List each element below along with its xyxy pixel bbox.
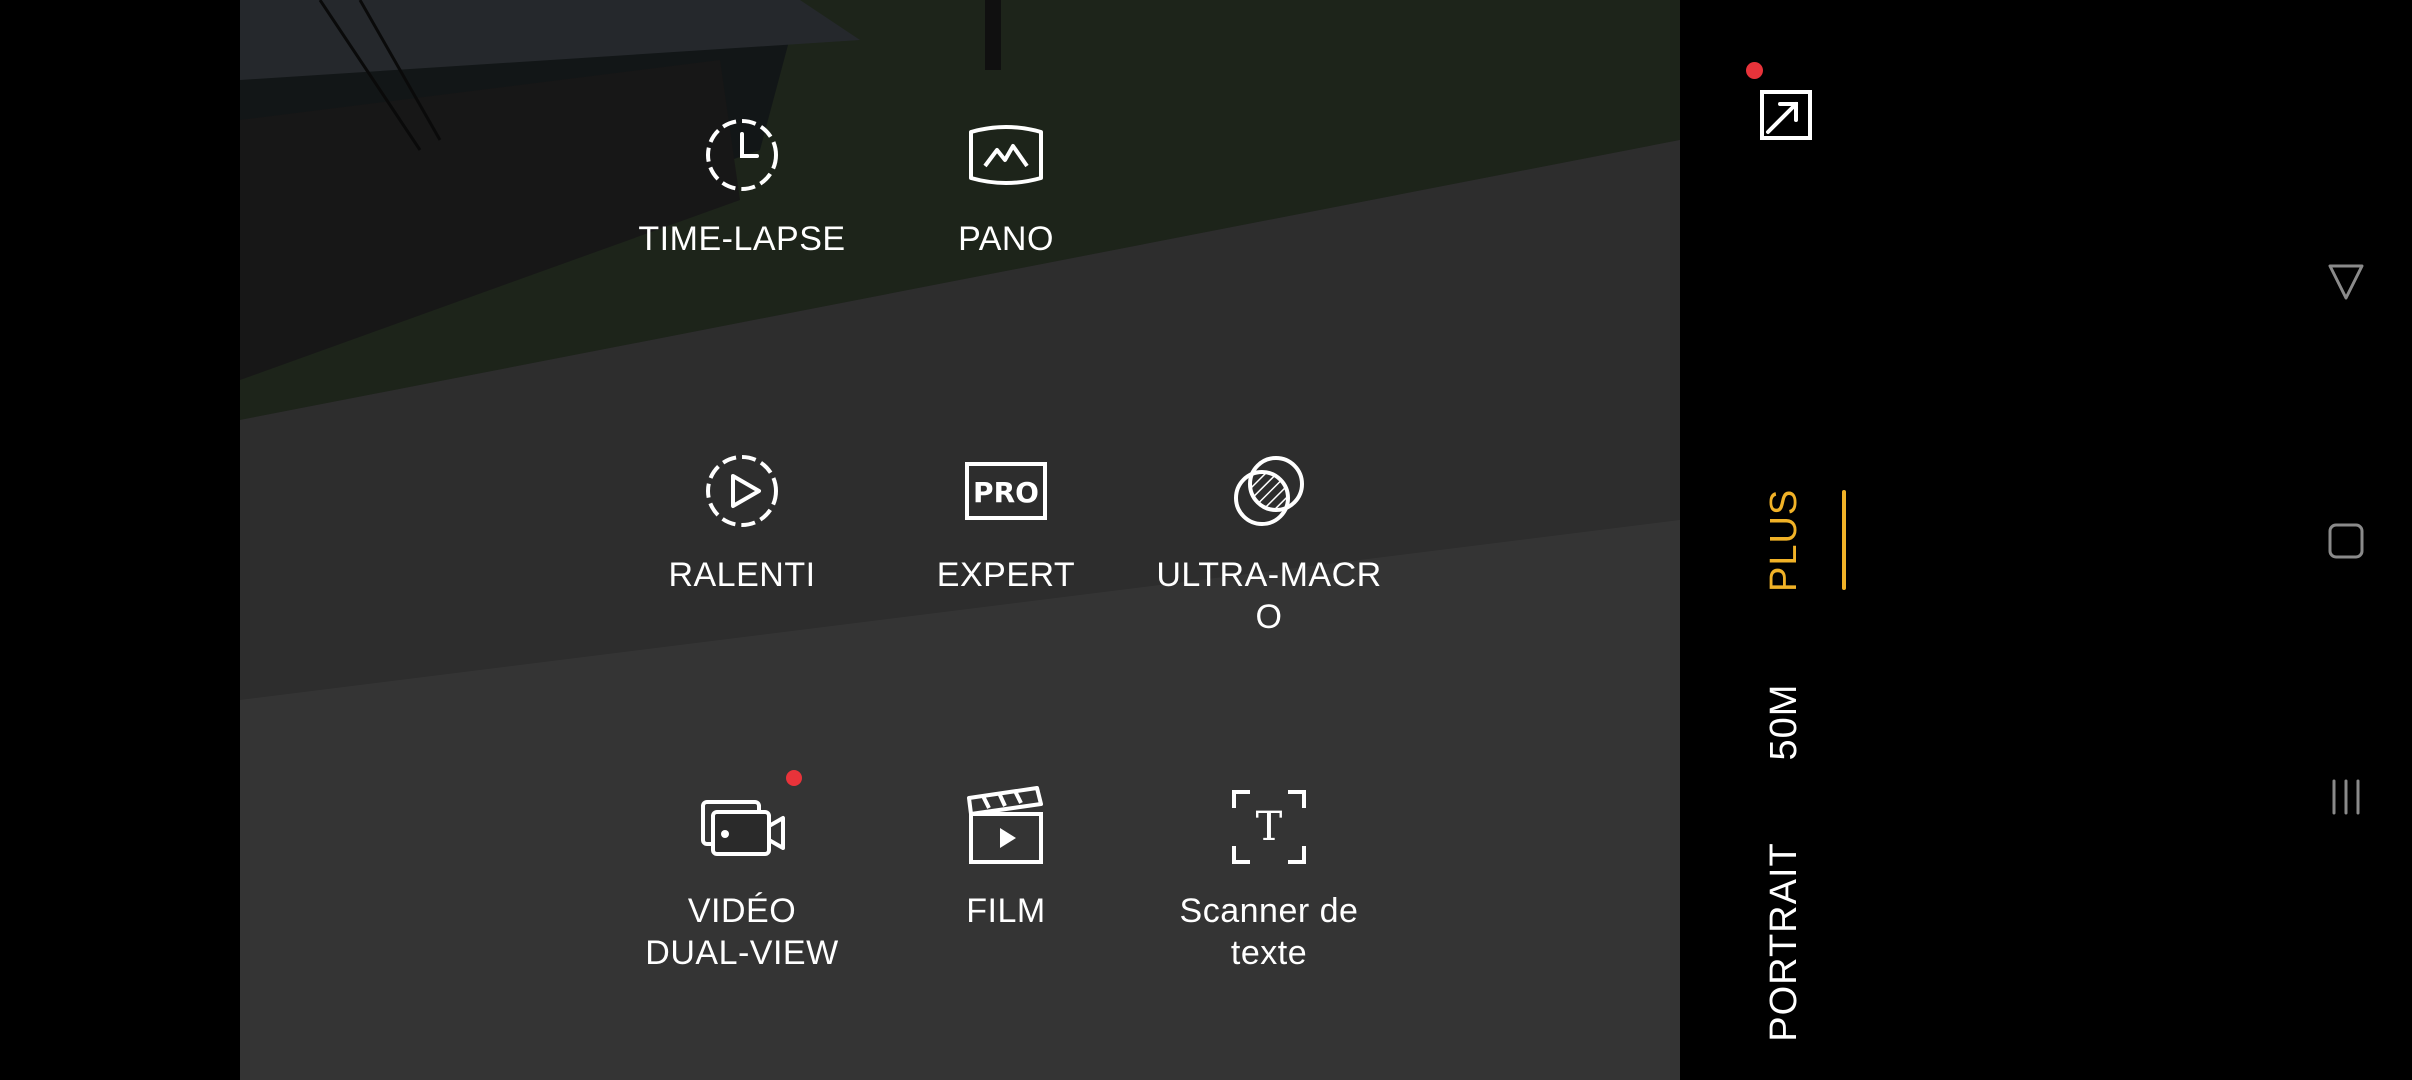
mode-dual-view-video[interactable]: VIDÉO DUAL-VIEW [622, 770, 862, 974]
mode-label: RALENTI [668, 556, 816, 594]
mode-expert[interactable]: PRO EXPERT [886, 446, 1126, 596]
mode-label: FILM [966, 892, 1046, 930]
clapperboard-icon [961, 782, 1051, 872]
dual-view-video-icon [697, 782, 787, 872]
camera-mode-panel [1680, 0, 2100, 1080]
home-button[interactable] [2316, 511, 2376, 571]
mode-label: PANO [958, 220, 1054, 258]
text-scanner-icon: T [1224, 782, 1314, 872]
mode-label: EXPERT [936, 556, 1076, 594]
text-scanner-icon-text: T [1256, 804, 1283, 850]
mode-timelapse[interactable]: TIME-LAPSE [622, 110, 862, 260]
panorama-icon [961, 110, 1051, 200]
back-icon [2328, 264, 2364, 300]
pro-icon-text: PRO [973, 476, 1039, 509]
home-icon [2328, 523, 2364, 559]
slow-motion-icon [697, 446, 787, 536]
mode-ultra-macro[interactable]: ULTRA-MACR O [1149, 446, 1389, 638]
mode-tab-plus[interactable]: PLUS [1762, 489, 1806, 592]
mode-tab-50m[interactable]: 50M [1762, 672, 1806, 772]
ultra-macro-icon [1224, 446, 1314, 536]
recents-button[interactable] [2316, 767, 2376, 827]
mode-label: VIDÉO DUAL-VIEW [645, 892, 839, 972]
mode-label: ULTRA-MACR O [1156, 556, 1382, 636]
active-mode-indicator [1842, 490, 1846, 590]
back-button[interactable] [2316, 252, 2376, 312]
timelapse-icon [697, 110, 787, 200]
pro-icon: PRO [961, 446, 1051, 536]
mode-label: TIME-LAPSE [638, 220, 846, 258]
mode-pano[interactable]: PANO [886, 110, 1126, 260]
recents-icon [2332, 779, 2360, 815]
mode-tab-portrait[interactable]: PORTRAIT [1762, 822, 1806, 1062]
new-badge [786, 770, 802, 786]
mode-label: Scanner de texte [1179, 892, 1359, 972]
collapse-icon [1760, 90, 1812, 140]
left-black-bar [0, 0, 240, 1080]
mode-ralenti[interactable]: RALENTI [622, 446, 862, 596]
mode-text-scanner[interactable]: T Scanner de texte [1149, 782, 1389, 974]
mode-film[interactable]: FILM [886, 782, 1126, 932]
collapse-button[interactable] [1752, 80, 1822, 150]
notification-dot [1746, 62, 1763, 79]
